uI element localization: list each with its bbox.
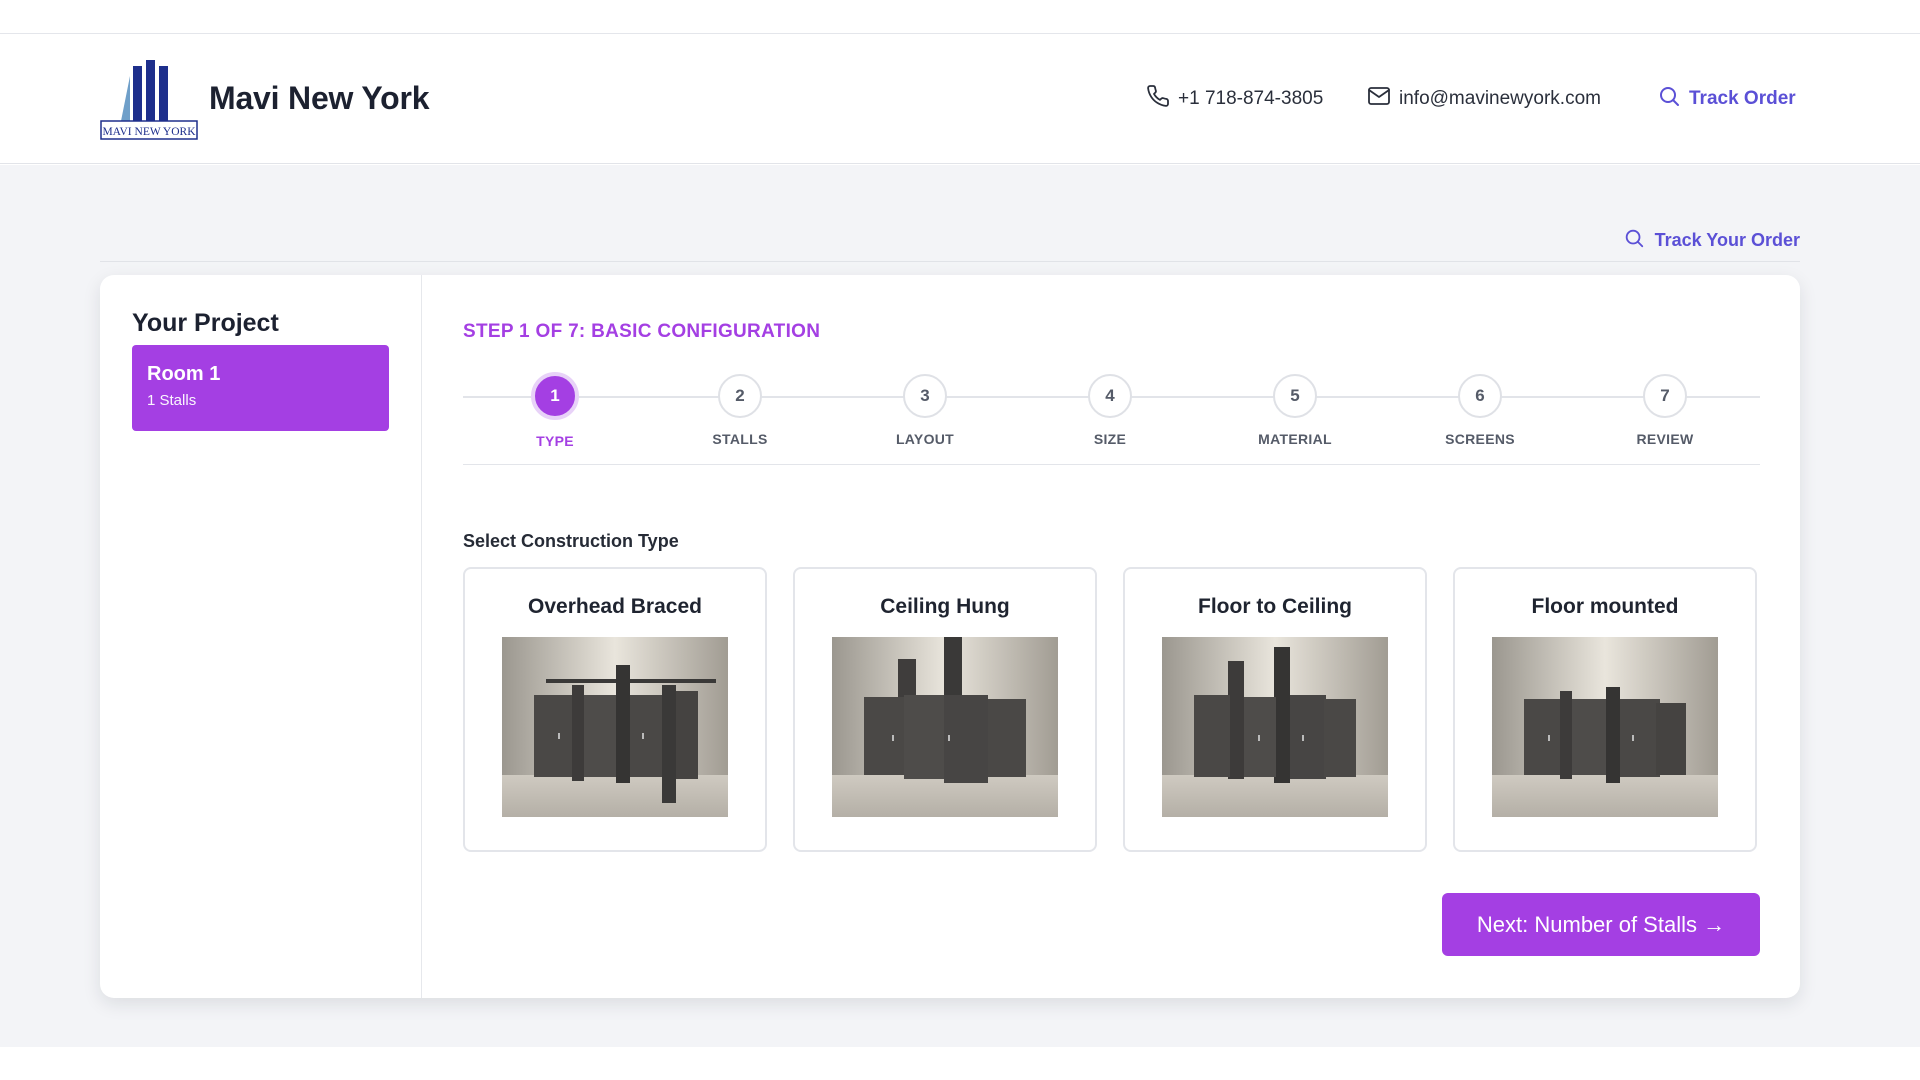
- partition-image: [832, 637, 1058, 817]
- brand-logo[interactable]: MAVI NEW YORK: [100, 58, 198, 140]
- configurator-card: Your Project Room 1 1 Stalls STEP 1 OF 7…: [100, 275, 1800, 998]
- sidebar-title: Your Project: [132, 309, 279, 337]
- step-number: 2: [718, 374, 762, 418]
- track-order-label: Track Order: [1689, 88, 1796, 109]
- step-label: REVIEW: [1636, 431, 1694, 447]
- wizard-content: STEP 1 OF 7: BASIC CONFIGURATION 1 TYPE …: [463, 275, 1760, 998]
- room-name: Room 1: [147, 363, 221, 385]
- partition-image: [1162, 637, 1388, 817]
- next-button[interactable]: Next: Number of Stalls →: [1442, 893, 1760, 956]
- search-icon: [1623, 227, 1645, 254]
- step-number: 6: [1458, 374, 1502, 418]
- project-sidebar: Your Project Room 1 1 Stalls: [100, 275, 422, 998]
- step-label: SCREENS: [1445, 431, 1515, 447]
- email-address: info@mavinewyork.com: [1399, 88, 1601, 109]
- progress-stepper: 1 TYPE 2 STALLS 3 LAYOUT 4 SIZE 5 MATERI…: [463, 372, 1760, 465]
- step-layout[interactable]: 3 LAYOUT: [865, 373, 985, 447]
- step-label: TYPE: [536, 433, 574, 449]
- mail-icon: [1367, 84, 1391, 114]
- track-your-order-label: Track Your Order: [1654, 230, 1800, 250]
- track-order-link[interactable]: Track Order: [1657, 84, 1796, 114]
- step-stalls[interactable]: 2 STALLS: [680, 373, 800, 447]
- step-material[interactable]: 5 MATERIAL: [1235, 373, 1355, 447]
- top-strip: [0, 0, 1920, 34]
- site-header: MAVI NEW YORK Mavi New York +1 718-874-3…: [0, 34, 1920, 164]
- option-title: Floor mounted: [1531, 595, 1679, 618]
- step-label: STALLS: [712, 431, 768, 447]
- subheader-row: Track Your Order: [100, 165, 1800, 262]
- partition-image: [1492, 637, 1718, 817]
- footer-strip: [0, 1047, 1920, 1080]
- main-area: Track Your Order Your Project Room 1 1 S…: [0, 165, 1920, 1047]
- brand-name[interactable]: Mavi New York: [209, 80, 430, 117]
- option-title: Overhead Braced: [528, 595, 702, 618]
- logo-text: MAVI NEW YORK: [102, 126, 196, 138]
- step-label: MATERIAL: [1258, 431, 1332, 447]
- track-your-order-link[interactable]: Track Your Order: [1623, 227, 1800, 254]
- step-screens[interactable]: 6 SCREENS: [1420, 373, 1540, 447]
- phone-icon: [1146, 84, 1170, 114]
- room-stall-count: 1 Stalls: [147, 392, 197, 409]
- step-number: 7: [1643, 374, 1687, 418]
- phone-link[interactable]: +1 718-874-3805: [1146, 84, 1323, 114]
- step-size[interactable]: 4 SIZE: [1050, 373, 1170, 447]
- step-heading: STEP 1 OF 7: BASIC CONFIGURATION: [463, 321, 821, 342]
- phone-number: +1 718-874-3805: [1178, 88, 1324, 109]
- option-ceiling-hung[interactable]: Ceiling Hung: [793, 567, 1097, 852]
- option-title: Floor to Ceiling: [1198, 595, 1352, 618]
- option-title: Ceiling Hung: [880, 595, 1010, 618]
- step-label: LAYOUT: [895, 431, 955, 447]
- option-floor-to-ceiling[interactable]: Floor to Ceiling: [1123, 567, 1427, 852]
- step-number: 5: [1273, 374, 1317, 418]
- email-link[interactable]: info@mavinewyork.com: [1367, 84, 1601, 114]
- partition-image: [502, 637, 728, 817]
- step-label: SIZE: [1093, 431, 1127, 447]
- step-review[interactable]: 7 REVIEW: [1605, 373, 1725, 447]
- step-number: 4: [1088, 374, 1132, 418]
- search-icon: [1657, 84, 1681, 114]
- step-number: 1: [531, 372, 579, 420]
- option-overhead-braced[interactable]: Overhead Braced: [463, 567, 767, 852]
- construction-type-label: Select Construction Type: [463, 531, 679, 551]
- step-number: 3: [903, 374, 947, 418]
- option-floor-mounted[interactable]: Floor mounted: [1453, 567, 1757, 852]
- sidebar-room-item[interactable]: Room 1 1 Stalls: [132, 345, 389, 431]
- step-type[interactable]: 1 TYPE: [495, 372, 615, 449]
